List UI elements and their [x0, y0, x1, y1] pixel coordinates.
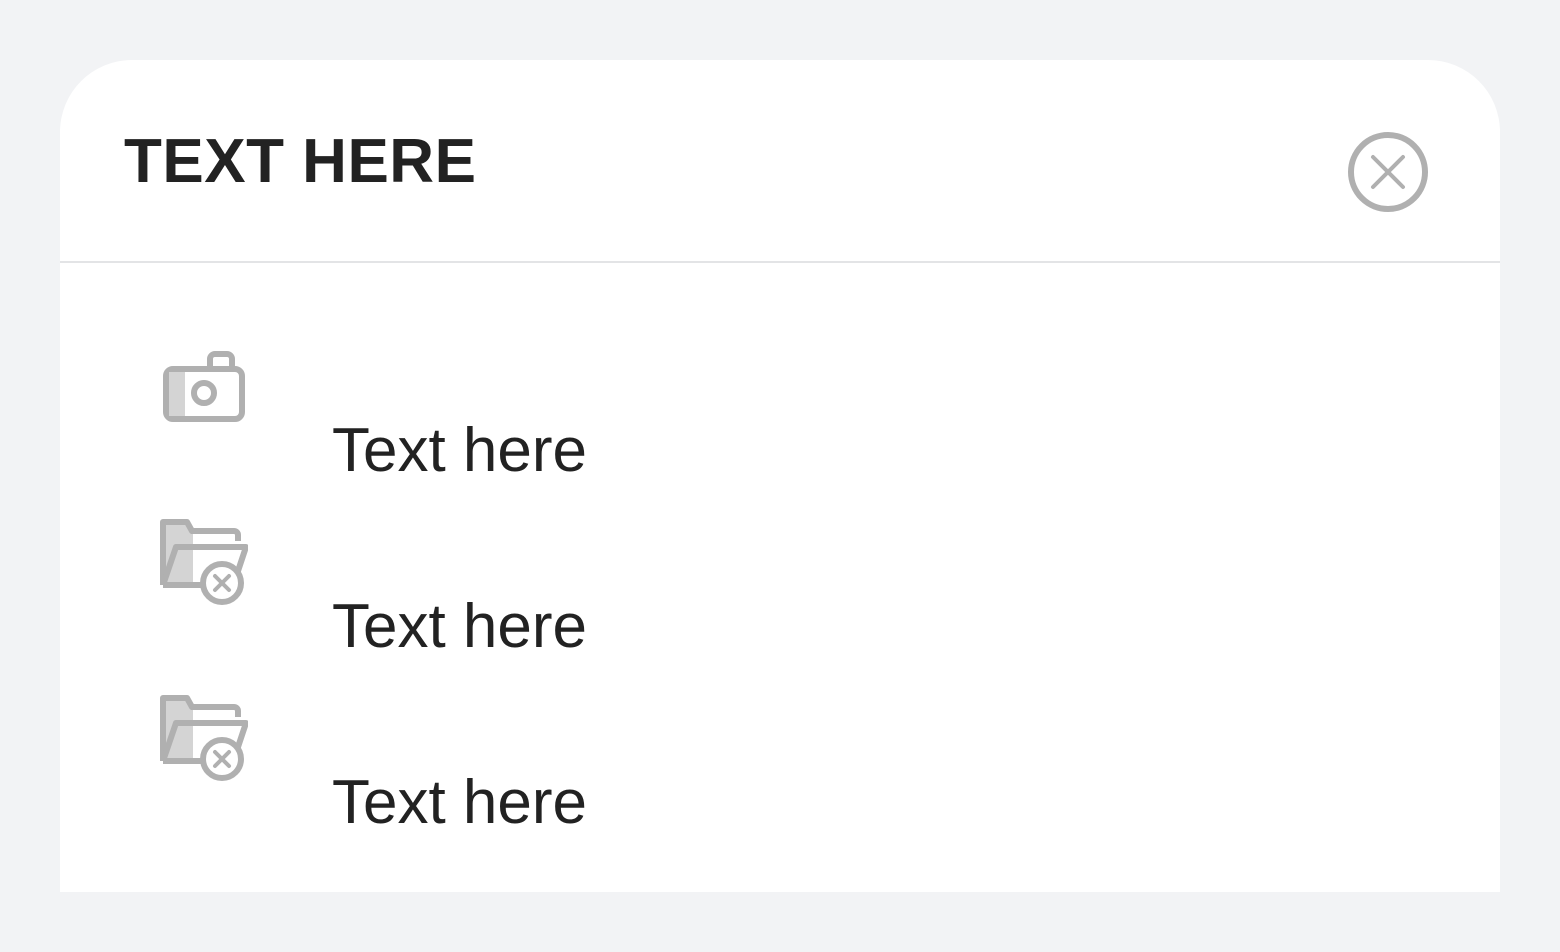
list-item[interactable]: Text here — [60, 501, 1500, 677]
folder-remove-icon — [160, 695, 249, 783]
folder-remove-icon — [160, 519, 249, 607]
list-item-label: Text here — [332, 416, 588, 485]
list-item-label: Text here — [332, 592, 588, 661]
list-item[interactable]: Text here — [60, 677, 1500, 853]
bottom-sheet: TEXT HERE Text here Text here Text here — [60, 60, 1500, 892]
close-button[interactable] — [1347, 131, 1429, 213]
sheet-title: TEXT HERE — [124, 127, 477, 196]
camera-icon — [160, 347, 248, 435]
list-item-label: Text here — [332, 768, 588, 837]
sheet-header: TEXT HERE — [60, 60, 1500, 263]
close-circle-icon — [1348, 132, 1428, 212]
list-item[interactable]: Text here — [60, 325, 1500, 501]
